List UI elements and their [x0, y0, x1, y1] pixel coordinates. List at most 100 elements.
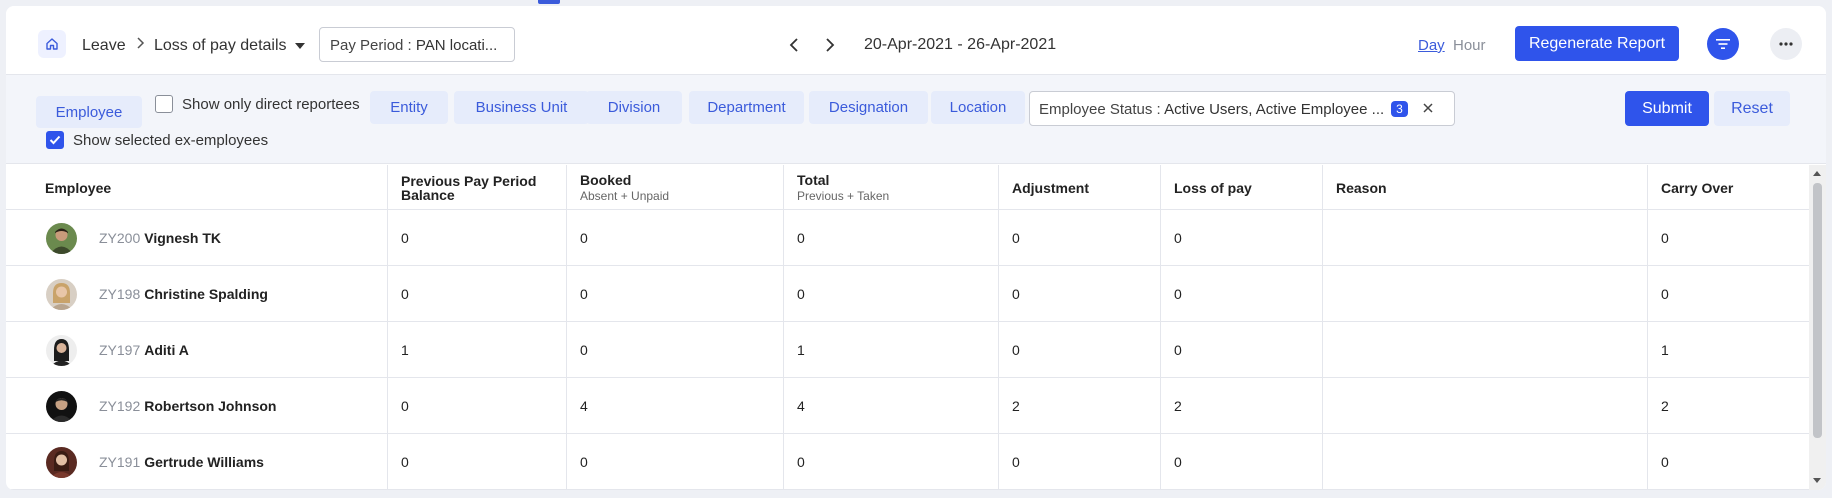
prev-period-button[interactable] [786, 36, 802, 54]
employee-id: ZY191 [99, 454, 141, 470]
more-options-button[interactable] [1770, 28, 1802, 60]
direct-reportees-label: Show only direct reportees [182, 96, 360, 113]
submit-button[interactable]: Submit [1625, 91, 1709, 126]
carry-over-cell: 2 [1661, 398, 1669, 414]
table-header: Employee Previous Pay Period Balance Boo… [6, 165, 1809, 210]
pay-period-value: PAN locati... [415, 37, 498, 54]
employee-name: Vignesh TK [144, 230, 222, 246]
column-header-carry-over[interactable]: Carry Over [1653, 165, 1808, 210]
reason-cell[interactable] [1328, 210, 1646, 266]
table-scrollbar[interactable] [1809, 165, 1826, 490]
table-row: ZY197 Aditi A 1 0 1 0 0 1 [6, 322, 1809, 378]
loss-of-pay-cell: 0 [1174, 342, 1182, 358]
status-count-badge: 3 [1391, 101, 1408, 117]
adjustment-cell[interactable]: 0 [1004, 322, 1159, 378]
scroll-thumb[interactable] [1813, 183, 1822, 438]
column-header-reason[interactable]: Reason [1328, 165, 1646, 210]
booked-cell: 0 [580, 230, 588, 246]
avatar[interactable] [46, 447, 77, 478]
business-unit-filter-chip[interactable]: Business Unit [454, 91, 589, 124]
entity-filter-chip[interactable]: Entity [370, 91, 448, 124]
adjustment-cell[interactable]: 0 [1004, 434, 1159, 490]
view-hour-toggle[interactable]: Hour [1453, 37, 1486, 54]
column-header-title: Loss of pay [1174, 179, 1252, 196]
table-row: ZY191 Gertrude Williams 0 0 0 0 0 0 [6, 434, 1809, 490]
breadcrumb-chevron-icon [135, 36, 145, 55]
date-range-text: 20-Apr-2021 - 26-Apr-2021 [864, 36, 1057, 53]
employee-name: Robertson Johnson [144, 398, 277, 414]
column-header-total[interactable]: Total Previous + Taken [789, 165, 997, 210]
more-horizontal-icon [1779, 42, 1793, 46]
column-header-title: Employee [45, 179, 112, 196]
column-header-title: Adjustment [1012, 179, 1089, 196]
pay-period-select[interactable]: Pay Period : PAN locati... [319, 27, 515, 62]
reason-cell[interactable] [1328, 434, 1646, 490]
employee-status-select[interactable]: Employee Status : Active Users, Active E… [1029, 91, 1455, 126]
adjustment-cell[interactable]: 0 [1004, 210, 1159, 266]
reason-cell[interactable] [1328, 266, 1646, 322]
location-filter-chip[interactable]: Location [931, 91, 1025, 124]
employee-cell[interactable]: ZY198 Christine Spalding [91, 266, 387, 322]
loss-of-pay-cell: 0 [1174, 286, 1182, 302]
filter-button[interactable] [1707, 28, 1739, 60]
prev-balance-cell: 0 [401, 286, 409, 302]
department-filter-chip[interactable]: Department [689, 91, 804, 124]
employee-id: ZY198 [99, 286, 141, 302]
chevron-right-icon [826, 38, 835, 52]
ex-employees-label: Show selected ex-employees [73, 132, 269, 149]
scroll-down-icon[interactable] [1813, 478, 1821, 483]
division-filter-chip[interactable]: Division [586, 91, 682, 124]
prev-balance-cell: 0 [401, 454, 409, 470]
employee-cell[interactable]: ZY192 Robertson Johnson [91, 378, 387, 434]
avatar[interactable] [46, 279, 77, 310]
scroll-up-icon[interactable] [1813, 171, 1821, 176]
reason-cell[interactable] [1328, 322, 1646, 378]
column-header-adjustment[interactable]: Adjustment [1004, 165, 1159, 210]
employee-id: ZY192 [99, 398, 141, 414]
column-header-employee[interactable]: Employee [37, 165, 387, 210]
table-row: ZY200 Vignesh TK 0 0 0 0 0 0 [6, 210, 1809, 266]
avatar[interactable] [46, 223, 77, 254]
loss-of-pay-cell: 0 [1174, 230, 1182, 246]
column-header-title: Booked [580, 172, 632, 188]
column-header-title: Previous Pay Period Balance [401, 172, 537, 203]
home-icon [46, 38, 58, 50]
loss-of-pay-cell: 0 [1174, 454, 1182, 470]
avatar[interactable] [46, 335, 77, 366]
employee-cell[interactable]: ZY200 Vignesh TK [91, 210, 387, 266]
adjustment-cell[interactable]: 2 [1004, 378, 1159, 434]
employee-cell[interactable]: ZY191 Gertrude Williams [91, 434, 387, 490]
column-header-subtitle: Previous + Taken [797, 189, 890, 203]
designation-filter-chip[interactable]: Designation [809, 91, 928, 124]
view-day-toggle[interactable]: Day [1418, 37, 1445, 54]
reset-button[interactable]: Reset [1714, 91, 1790, 126]
next-period-button[interactable] [822, 36, 838, 54]
employee-name: Christine Spalding [144, 286, 268, 302]
prev-balance-cell: 1 [401, 342, 409, 358]
filter-icon [1716, 39, 1730, 49]
carry-over-cell: 0 [1661, 454, 1669, 470]
direct-reportees-checkbox[interactable] [155, 95, 173, 113]
breadcrumb-leave[interactable]: Leave [82, 37, 126, 55]
regenerate-report-button[interactable]: Regenerate Report [1515, 26, 1679, 61]
home-button[interactable] [38, 30, 66, 58]
column-header-title: Total [797, 172, 830, 188]
employee-cell[interactable]: ZY197 Aditi A [91, 322, 387, 378]
clear-status-icon[interactable] [1421, 101, 1435, 115]
reason-cell[interactable] [1328, 378, 1646, 434]
report-header: Leave Loss of pay details Pay Period : P… [6, 6, 1826, 74]
column-header-loss-of-pay[interactable]: Loss of pay [1166, 165, 1321, 210]
loss-of-pay-cell: 2 [1174, 398, 1182, 414]
employee-id: ZY197 [99, 342, 141, 358]
ex-employees-checkbox[interactable] [46, 131, 64, 149]
carry-over-cell: 0 [1661, 230, 1669, 246]
report-selector[interactable]: Loss of pay details [154, 37, 305, 55]
column-header-prev-balance[interactable]: Previous Pay Period Balance [393, 165, 563, 210]
employee-filter-chip[interactable]: Employee [36, 96, 142, 128]
adjustment-cell[interactable]: 0 [1004, 266, 1159, 322]
avatar[interactable] [46, 391, 77, 422]
carry-over-cell: 0 [1661, 286, 1669, 302]
column-header-booked[interactable]: Booked Absent + Unpaid [572, 165, 782, 210]
table-row: ZY192 Robertson Johnson 0 4 4 2 2 2 [6, 378, 1809, 434]
employee-name: Aditi A [144, 342, 189, 358]
